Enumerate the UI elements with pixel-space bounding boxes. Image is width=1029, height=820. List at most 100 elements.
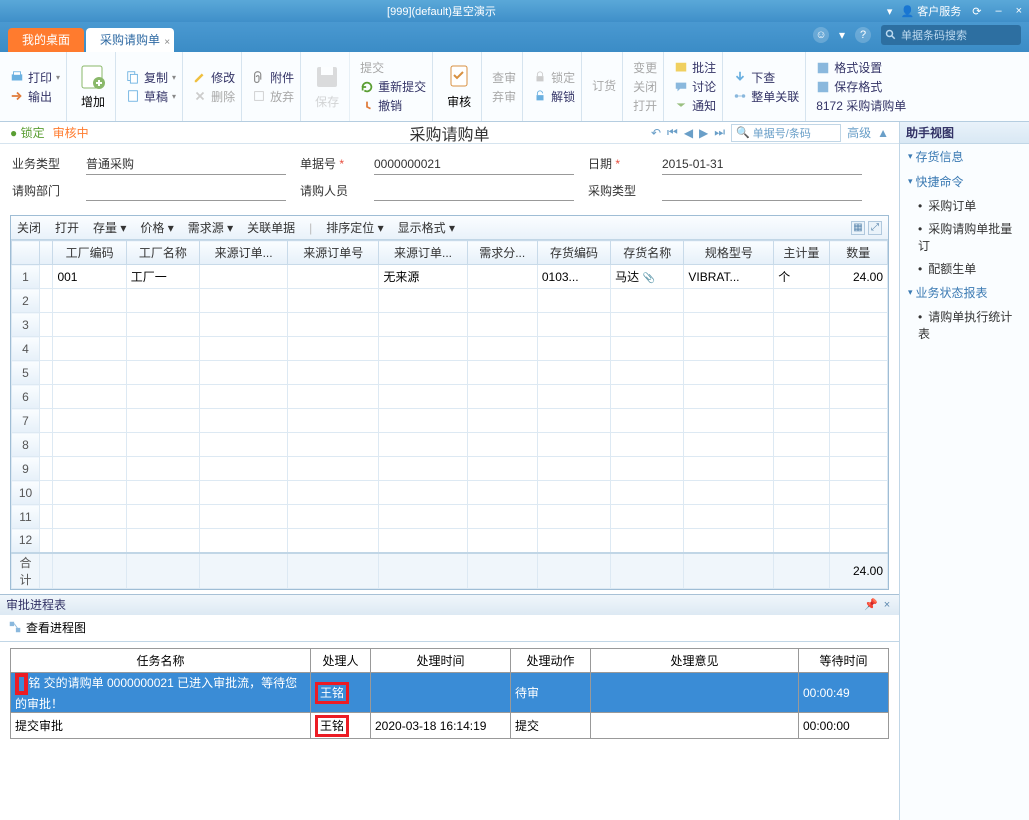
- order-button: 订货: [592, 77, 616, 94]
- section-inventory[interactable]: 存货信息: [900, 144, 1029, 169]
- approval-col-header: 处理动作: [511, 649, 591, 673]
- close-panel-icon[interactable]: ×: [881, 599, 893, 611]
- dropdown-icon[interactable]: ▾: [839, 28, 845, 42]
- quickcmd-item[interactable]: 配额生单: [900, 257, 1029, 280]
- table-row[interactable]: 8: [12, 433, 888, 457]
- quickcmd-item[interactable]: 采购请购单批量订: [900, 217, 1029, 257]
- user-cs[interactable]: 👤 客户服务: [900, 3, 961, 19]
- view-flow-button[interactable]: 查看进程图: [8, 619, 86, 636]
- dept-field[interactable]: [86, 181, 286, 201]
- grid-close-link[interactable]: 关闭: [17, 219, 41, 236]
- revoke-button[interactable]: 撤销: [360, 97, 426, 114]
- grid-col-header[interactable]: 主计量: [774, 241, 829, 265]
- grid-col-header[interactable]: 工厂名称: [126, 241, 199, 265]
- draft-button[interactable]: 草稿 ▾: [126, 88, 176, 105]
- grid-col-header[interactable]: 工厂编码: [53, 241, 126, 265]
- doc-search[interactable]: 🔍 单据号/条码: [731, 124, 841, 142]
- relation-button[interactable]: 整单关联: [733, 88, 799, 105]
- tab-close-icon[interactable]: ×: [164, 31, 170, 55]
- grid-col-header[interactable]: [40, 241, 53, 265]
- notify-button[interactable]: 通知: [674, 97, 716, 114]
- smiley-icon[interactable]: ☺: [813, 27, 829, 43]
- bill-no-field[interactable]: 0000000021: [374, 154, 574, 175]
- grid-col-header[interactable]: 来源订单...: [379, 241, 467, 265]
- table-row[interactable]: 10: [12, 481, 888, 505]
- print-button[interactable]: 打印 ▾: [10, 69, 60, 86]
- table-row[interactable]: 12: [12, 529, 888, 553]
- format-button[interactable]: 格式设置: [816, 59, 906, 76]
- approval-col-header: 处理人: [311, 649, 371, 673]
- dept-label: 请购部门: [12, 181, 72, 201]
- grid-col-header[interactable]: 存货名称: [611, 241, 684, 265]
- grid-stock-link[interactable]: 存量 ▾: [93, 219, 126, 236]
- resubmit-button[interactable]: 重新提交: [360, 78, 426, 95]
- download-button[interactable]: 下查: [733, 69, 799, 86]
- nav-undo-icon[interactable]: ↶: [651, 126, 661, 140]
- nav-next-icon[interactable]: ▶: [699, 126, 708, 140]
- quickcmd-item[interactable]: 采购订单: [900, 194, 1029, 217]
- grid-col-header[interactable]: 数量: [829, 241, 887, 265]
- format-code[interactable]: 8172 采购请购单: [816, 97, 906, 114]
- table-row[interactable]: 7: [12, 409, 888, 433]
- section-quickcmd[interactable]: 快捷命令: [900, 169, 1029, 194]
- grid-tool1-icon[interactable]: ▦: [851, 221, 865, 235]
- tab-desktop[interactable]: 我的桌面: [8, 28, 84, 52]
- save-format-button[interactable]: 保存格式: [816, 78, 906, 95]
- report-item[interactable]: 请购单执行统计表: [900, 305, 1029, 345]
- pin-icon[interactable]: 📌: [865, 599, 877, 611]
- table-footer: 合计24.00: [12, 553, 888, 589]
- approval-grid[interactable]: 任务名称处理人处理时间处理动作处理意见等待时间 铭 交的请购单 00000000…: [10, 648, 889, 739]
- table-row[interactable]: 1001工厂一无来源0103...马达 VIBRAT...个24.00: [12, 265, 888, 289]
- nav-first-icon[interactable]: ⏮: [667, 125, 678, 140]
- grid-demand-link[interactable]: 需求源 ▾: [188, 219, 233, 236]
- tab-document[interactable]: 采购请购单 ×: [86, 28, 174, 52]
- ptype-field[interactable]: [662, 181, 862, 201]
- close-button[interactable]: ×: [1013, 5, 1025, 17]
- grid-rel-link[interactable]: 关联单据: [247, 219, 295, 236]
- add-button[interactable]: 增加: [71, 52, 116, 121]
- section-reports[interactable]: 业务状态报表: [900, 280, 1029, 305]
- grid-col-header[interactable]: 来源订单号: [288, 241, 379, 265]
- grid-col-header[interactable]: 需求分...: [467, 241, 537, 265]
- unlock-button[interactable]: 解锁: [533, 88, 575, 105]
- table-row[interactable]: 3: [12, 313, 888, 337]
- collapse-icon[interactable]: ▲: [877, 126, 889, 140]
- table-row[interactable]: 6: [12, 385, 888, 409]
- tabstrip: 我的桌面 采购请购单 × ☺ ▾ ? 单据条码搜索: [0, 22, 1029, 52]
- discuss-button[interactable]: 讨论: [674, 78, 716, 95]
- app-title: [999](default)星空演示: [4, 3, 879, 19]
- grid-col-header[interactable]: 规格型号: [684, 241, 774, 265]
- lock-status: ● 锁定: [10, 124, 45, 141]
- refresh-icon[interactable]: ⟳: [969, 5, 984, 18]
- output-button[interactable]: 输出: [10, 88, 60, 105]
- attach-button[interactable]: 附件: [252, 69, 294, 86]
- grid-tool2-icon[interactable]: ⤢: [868, 221, 882, 235]
- table-row[interactable]: 9: [12, 457, 888, 481]
- main-grid[interactable]: 工厂编码工厂名称来源订单...来源订单号来源订单...需求分...存货编码存货名…: [11, 240, 888, 589]
- table-row[interactable]: 11: [12, 505, 888, 529]
- biz-type-field[interactable]: 普通采购: [86, 154, 286, 175]
- grid-price-link[interactable]: 价格 ▾: [140, 219, 173, 236]
- audit-button[interactable]: 审核: [437, 52, 482, 121]
- nav-prev-icon[interactable]: ◀: [684, 126, 693, 140]
- nav-last-icon[interactable]: ⏭: [714, 125, 725, 140]
- barcode-search[interactable]: 单据条码搜索: [881, 25, 1021, 45]
- table-row[interactable]: 4: [12, 337, 888, 361]
- batch-button[interactable]: 批注: [674, 59, 716, 76]
- grid-disp-link[interactable]: 显示格式 ▾: [398, 219, 455, 236]
- advanced-link[interactable]: 高级: [847, 124, 871, 141]
- grid-open-link[interactable]: 打开: [55, 219, 79, 236]
- modify-button[interactable]: 修改: [193, 69, 235, 86]
- grid-col-header[interactable]: 存货编码: [537, 241, 610, 265]
- help-icon[interactable]: ?: [855, 27, 871, 43]
- lock-button: 锁定: [533, 69, 575, 86]
- person-field[interactable]: [374, 181, 574, 201]
- minimize-button[interactable]: ‒: [992, 5, 1004, 17]
- grid-sort-link[interactable]: 排序定位 ▾: [326, 219, 383, 236]
- table-row[interactable]: 2: [12, 289, 888, 313]
- grid-col-header[interactable]: 来源订单...: [199, 241, 287, 265]
- table-row[interactable]: 5: [12, 361, 888, 385]
- dropdown-icon[interactable]: ▾: [887, 5, 893, 18]
- date-field[interactable]: 2015-01-31: [662, 154, 862, 175]
- copy-button[interactable]: 复制 ▾: [126, 69, 176, 86]
